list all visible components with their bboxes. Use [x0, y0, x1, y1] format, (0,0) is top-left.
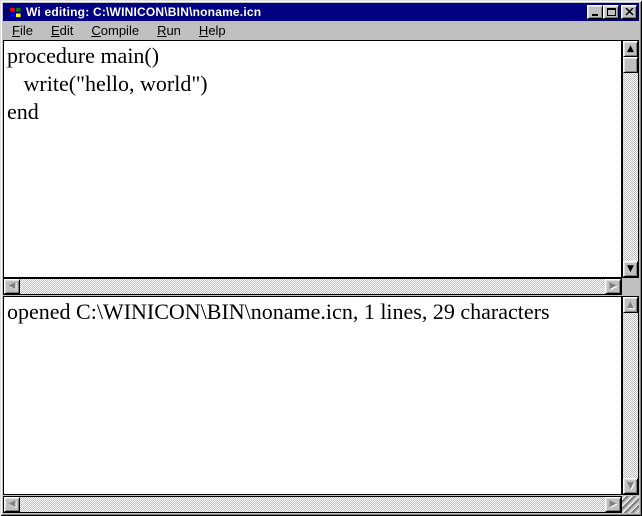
scroll-up-icon: ▲: [627, 299, 634, 310]
menu-compile[interactable]: Compile: [82, 21, 148, 40]
maximize-button[interactable]: [603, 5, 619, 19]
scrollbar-thumb[interactable]: [623, 57, 638, 73]
scrollbar-corner-filler: [622, 278, 639, 295]
application-window: Wi editing: C:\WINICON\BIN\noname.icn Fi…: [0, 0, 642, 516]
output-pane: opened C:\WINICON\BIN\noname.icn, 1 line…: [3, 296, 622, 495]
scroll-right-icon: ▶: [609, 281, 617, 291]
scroll-down-button[interactable]: ▼: [623, 478, 638, 494]
editor-line: procedure main(): [7, 43, 160, 68]
menu-edit[interactable]: Edit: [42, 21, 82, 40]
maximize-icon: [606, 8, 616, 16]
window-controls: [587, 5, 637, 19]
resize-grip[interactable]: [622, 496, 639, 513]
output-message: opened C:\WINICON\BIN\noname.icn, 1 line…: [7, 299, 550, 324]
output-horizontal-scrollbar: ◀ ▶: [3, 496, 622, 513]
scroll-up-button[interactable]: ▲: [623, 41, 638, 57]
editor-line: write("hello, world"): [7, 71, 208, 96]
editor-horizontal-scrollbar: ◀ ▶: [3, 278, 622, 295]
editor-line: end: [7, 99, 39, 124]
scrollbar-track[interactable]: [623, 73, 638, 261]
close-button[interactable]: [621, 5, 637, 19]
scroll-down-icon: ▼: [627, 263, 634, 274]
scrollbar-track[interactable]: [20, 279, 605, 294]
menu-help[interactable]: Help: [190, 21, 235, 40]
scroll-left-button[interactable]: ◀: [4, 497, 20, 512]
minimize-icon: [592, 14, 598, 16]
editor-vertical-scrollbar: ▲ ▼: [622, 40, 639, 278]
minimize-button[interactable]: [587, 5, 603, 19]
scrollbar-track[interactable]: [623, 313, 638, 478]
app-icon[interactable]: [6, 5, 22, 20]
scroll-right-button[interactable]: ▶: [605, 279, 621, 294]
scrollbar-track[interactable]: [20, 497, 605, 512]
window-title: Wi editing: C:\WINICON\BIN\noname.icn: [26, 5, 262, 19]
scroll-right-button[interactable]: ▶: [605, 497, 621, 512]
scroll-right-icon: ▶: [609, 499, 617, 509]
title-bar[interactable]: Wi editing: C:\WINICON\BIN\noname.icn: [3, 3, 639, 21]
scroll-left-icon: ◀: [8, 281, 16, 291]
scroll-down-icon: ▼: [627, 480, 634, 491]
scroll-left-icon: ◀: [8, 499, 16, 509]
menu-file[interactable]: File: [3, 21, 42, 40]
editor-pane[interactable]: procedure main() write("hello, world") e…: [3, 40, 622, 278]
output-vertical-scrollbar: ▲ ▼: [622, 296, 639, 495]
scroll-down-button[interactable]: ▼: [623, 261, 638, 277]
scroll-left-button[interactable]: ◀: [4, 279, 20, 294]
scroll-up-button[interactable]: ▲: [623, 297, 638, 313]
scroll-up-icon: ▲: [627, 43, 634, 54]
close-icon: [624, 8, 634, 16]
menu-run[interactable]: Run: [148, 21, 190, 40]
menu-bar: File Edit Compile Run Help: [3, 21, 639, 40]
